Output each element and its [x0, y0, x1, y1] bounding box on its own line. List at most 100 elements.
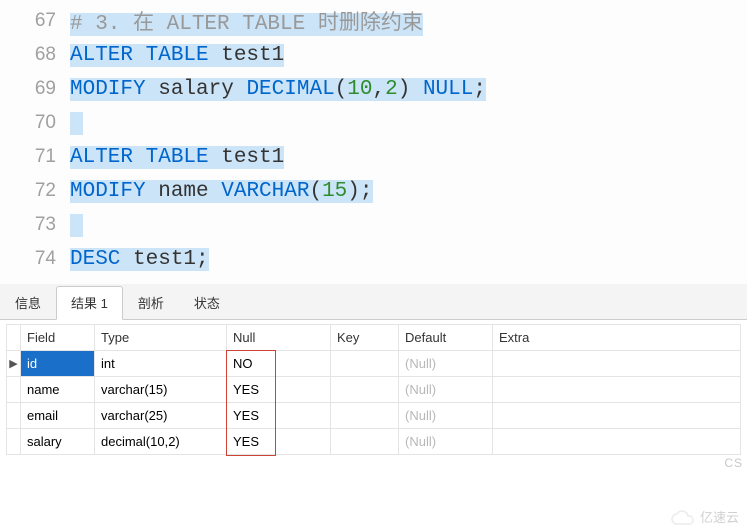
cell-default[interactable]: (Null)	[399, 377, 493, 403]
code-token: test1	[209, 146, 285, 169]
code-token: ;	[473, 78, 486, 101]
code-token: );	[347, 180, 372, 203]
cell-null[interactable]: NO	[227, 351, 331, 377]
code-line[interactable]: 73	[0, 208, 747, 242]
cell-field[interactable]: id	[21, 351, 95, 377]
row-pointer	[7, 377, 21, 403]
line-number: 74	[0, 248, 70, 270]
line-number: 67	[0, 10, 70, 32]
code-line[interactable]: 68ALTER TABLE test1	[0, 38, 747, 72]
cell-null[interactable]: YES	[227, 429, 331, 455]
code-line[interactable]: 72MODIFY name VARCHAR(15);	[0, 174, 747, 208]
code-token: MODIFY	[70, 180, 146, 203]
column-header[interactable]: Field	[21, 325, 95, 351]
row-pointer	[7, 403, 21, 429]
cloud-icon	[670, 508, 696, 526]
code-content[interactable]: MODIFY salary DECIMAL(10,2) NULL;	[70, 78, 747, 101]
line-number: 68	[0, 44, 70, 66]
tab-信息[interactable]: 信息	[0, 286, 56, 319]
code-token: MODIFY	[70, 78, 146, 101]
table-row[interactable]: ▶idintNO (Null)	[7, 351, 741, 377]
cell-extra[interactable]	[493, 403, 741, 429]
cell-extra[interactable]	[493, 377, 741, 403]
line-number: 72	[0, 180, 70, 202]
cell-null[interactable]: YES	[227, 377, 331, 403]
cell-extra[interactable]	[493, 429, 741, 455]
result-table[interactable]: FieldTypeNullKeyDefaultExtra ▶idintNO (Nul…	[6, 324, 741, 455]
code-token: DECIMAL	[246, 78, 334, 101]
column-header[interactable]: Default	[399, 325, 493, 351]
site-watermark: 亿速云	[670, 507, 739, 526]
row-pointer-header	[7, 325, 21, 351]
cell-field[interactable]: name	[21, 377, 95, 403]
table-row[interactable]: emailvarchar(25)YES (Null)	[7, 403, 741, 429]
code-content[interactable]: MODIFY name VARCHAR(15);	[70, 180, 747, 203]
cell-type[interactable]: varchar(15)	[95, 377, 227, 403]
cell-key[interactable]	[331, 377, 399, 403]
cell-null[interactable]: YES	[227, 403, 331, 429]
code-content[interactable]: DESC test1;	[70, 248, 747, 271]
code-token: ;	[196, 248, 209, 271]
cell-default[interactable]: (Null)	[399, 351, 493, 377]
cell-field[interactable]: salary	[21, 429, 95, 455]
code-token: name	[146, 180, 222, 203]
code-token: DESC	[70, 248, 120, 271]
cell-default[interactable]: (Null)	[399, 403, 493, 429]
code-line[interactable]: 67# 3. 在 ALTER TABLE 时删除约束	[0, 4, 747, 38]
column-header[interactable]: Extra	[493, 325, 741, 351]
code-token: ,	[373, 78, 386, 101]
column-header[interactable]: Type	[95, 325, 227, 351]
line-number: 71	[0, 146, 70, 168]
column-header[interactable]: Key	[331, 325, 399, 351]
code-content[interactable]: # 3. 在 ALTER TABLE 时删除约束	[70, 6, 747, 36]
code-line[interactable]: 69MODIFY salary DECIMAL(10,2) NULL;	[0, 72, 747, 106]
code-token: ALTER TABLE	[70, 44, 209, 67]
cell-default[interactable]: (Null)	[399, 429, 493, 455]
code-token: test1	[209, 44, 285, 67]
watermark-text: 亿速云	[700, 507, 739, 526]
table-row[interactable]: salarydecimal(10,2)YES (Null)	[7, 429, 741, 455]
cell-field[interactable]: email	[21, 403, 95, 429]
code-token	[70, 112, 83, 135]
code-line[interactable]: 74DESC test1;	[0, 242, 747, 276]
code-token: test1	[120, 248, 196, 271]
tab-结果 1[interactable]: 结果 1	[56, 286, 123, 320]
column-header[interactable]: Null	[227, 325, 331, 351]
code-token: 15	[322, 180, 347, 203]
cell-type[interactable]: varchar(25)	[95, 403, 227, 429]
code-token	[70, 214, 83, 237]
cell-type[interactable]: decimal(10,2)	[95, 429, 227, 455]
code-content[interactable]	[70, 112, 747, 135]
code-content[interactable]: ALTER TABLE test1	[70, 44, 747, 67]
row-pointer: ▶	[7, 351, 21, 377]
code-token: (	[335, 78, 348, 101]
cell-key[interactable]	[331, 351, 399, 377]
code-token: (	[309, 180, 322, 203]
code-token: VARCHAR	[221, 180, 309, 203]
code-token: NULL	[423, 78, 473, 101]
line-number: 69	[0, 78, 70, 100]
line-number: 70	[0, 112, 70, 134]
code-token: salary	[146, 78, 247, 101]
code-line[interactable]: 70	[0, 106, 747, 140]
code-content[interactable]: ALTER TABLE test1	[70, 146, 747, 169]
code-token: # 3. 在 ALTER TABLE 时删除约束	[70, 13, 423, 36]
code-editor[interactable]: 67# 3. 在 ALTER TABLE 时删除约束68ALTER TABLE …	[0, 0, 747, 284]
cell-extra[interactable]	[493, 351, 741, 377]
code-token: )	[398, 78, 423, 101]
cell-key[interactable]	[331, 403, 399, 429]
tab-剖析[interactable]: 剖析	[123, 286, 179, 319]
code-token: 10	[347, 78, 372, 101]
code-token: ALTER TABLE	[70, 146, 209, 169]
result-tabs: 信息结果 1剖析状态	[0, 284, 747, 320]
code-token: 2	[385, 78, 398, 101]
cell-type[interactable]: int	[95, 351, 227, 377]
result-table-wrap: FieldTypeNullKeyDefaultExtra ▶idintNO (Nul…	[0, 320, 747, 459]
code-line[interactable]: 71ALTER TABLE test1	[0, 140, 747, 174]
row-pointer	[7, 429, 21, 455]
cell-key[interactable]	[331, 429, 399, 455]
table-row[interactable]: namevarchar(15)YES (Null)	[7, 377, 741, 403]
tab-状态[interactable]: 状态	[179, 286, 235, 319]
code-content[interactable]	[70, 214, 747, 237]
line-number: 73	[0, 214, 70, 236]
